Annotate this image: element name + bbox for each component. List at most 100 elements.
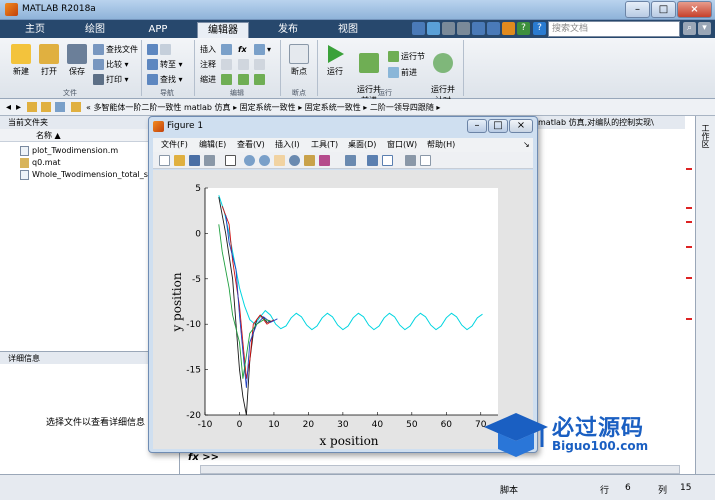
folder-browse-icon[interactable] <box>55 102 65 112</box>
percent-button[interactable] <box>238 58 251 71</box>
brush-icon[interactable] <box>319 155 330 166</box>
menu-edit[interactable]: 编辑(E) <box>199 138 226 152</box>
switch-windows-icon[interactable] <box>502 22 515 35</box>
menu-tools[interactable]: 工具(T) <box>311 138 338 152</box>
code-analyzer-mark[interactable] <box>686 168 692 170</box>
figure-maximize-button[interactable]: □ <box>488 119 508 133</box>
copy-quick-icon[interactable] <box>442 22 455 35</box>
menu-help[interactable]: 帮助(H) <box>427 138 455 152</box>
zoom-in-icon[interactable] <box>244 155 255 166</box>
find-files-button[interactable]: 查找文件 <box>93 43 138 56</box>
new-figure-icon[interactable] <box>159 155 170 166</box>
code-analyzer-mark[interactable] <box>686 221 692 223</box>
tab-home[interactable]: 主页 <box>15 22 55 38</box>
menu-view[interactable]: 查看(V) <box>237 138 265 152</box>
link-plot-icon[interactable] <box>345 155 356 166</box>
save-quick-icon[interactable] <box>412 22 425 35</box>
breadcrumb[interactable]: « 多智能体一阶二阶一致性 matlab 仿真 ▸ 固定系统一致性 ▸ 固定系统… <box>86 102 440 113</box>
figure-window[interactable]: Figure 1 – □ × 文件(F) 编辑(E) 查看(V) 插入(I) 工… <box>148 116 538 453</box>
help-quick-icon-2[interactable]: ? <box>533 22 546 35</box>
colorbar-icon[interactable] <box>367 155 378 166</box>
tab-plots[interactable]: 绘图 <box>75 22 115 38</box>
wrap-button[interactable] <box>254 58 267 71</box>
group-divider <box>463 40 464 96</box>
indent-smart-button[interactable] <box>221 73 234 86</box>
folder-up-icon[interactable] <box>27 102 37 112</box>
insert-section-button[interactable] <box>221 43 234 56</box>
pan-hand-icon[interactable] <box>274 155 285 166</box>
code-analyzer-mark[interactable] <box>686 246 692 248</box>
list-item[interactable]: plot_Twodimension.m <box>20 145 118 157</box>
breakpoints-button[interactable]: 断点 <box>285 44 313 77</box>
advance-button[interactable]: 前进 <box>388 66 417 79</box>
list-item[interactable]: q0.mat <box>20 157 61 169</box>
legend-icon[interactable] <box>382 155 393 166</box>
figure-minimize-button[interactable]: – <box>467 119 487 133</box>
insert-function-button[interactable]: ▾ <box>254 43 271 56</box>
menu-file[interactable]: 文件(F) <box>161 138 188 152</box>
open-button[interactable]: 打开 <box>36 44 62 77</box>
list-item[interactable]: Whole_Twodimension_total_s <box>20 169 148 181</box>
insert-button[interactable]: 插入 <box>200 43 216 56</box>
back-icon[interactable]: ◂ <box>6 102 11 113</box>
comment-toggle-button[interactable] <box>221 58 234 71</box>
horizontal-scrollbar[interactable] <box>200 465 680 474</box>
search-input[interactable]: 搜索文档 <box>548 21 680 37</box>
browse-folder-icon[interactable] <box>41 102 51 112</box>
search-icon[interactable]: ⌕ <box>683 22 696 35</box>
maximize-button[interactable]: □ <box>651 1 676 18</box>
hide-plot-tools-icon[interactable] <box>405 155 416 166</box>
open-file-icon[interactable] <box>174 155 185 166</box>
comment-button[interactable]: 注释 <box>200 58 216 71</box>
back-icon <box>147 44 158 55</box>
minimize-button[interactable]: – <box>625 1 650 18</box>
x-tick-label: 10 <box>268 420 280 430</box>
advance-label: 前进 <box>401 68 417 77</box>
forward-icon[interactable]: ▸ <box>16 102 21 113</box>
run-button[interactable]: 运行 <box>322 44 348 77</box>
dock-arrow-icon[interactable]: ↘ <box>523 138 530 152</box>
close-button[interactable]: × <box>677 1 712 18</box>
goto-button[interactable]: 转至 ▾ <box>147 58 183 71</box>
cut-quick-icon[interactable] <box>427 22 440 35</box>
undo-quick-icon[interactable] <box>472 22 485 35</box>
tab-view[interactable]: 视图 <box>328 22 368 38</box>
cursor-icon[interactable] <box>225 155 236 166</box>
menu-desktop[interactable]: 桌面(D) <box>348 138 376 152</box>
tab-publish[interactable]: 发布 <box>268 22 308 38</box>
run-time-button[interactable]: 运行并 计时 <box>428 44 458 106</box>
code-analyzer-mark[interactable] <box>686 277 692 279</box>
compare-button[interactable]: 比较 ▾ <box>93 58 129 71</box>
new-button[interactable]: 新建 <box>8 44 34 77</box>
save-figure-icon[interactable] <box>189 155 200 166</box>
print-button[interactable]: 打印 ▾ <box>93 73 129 86</box>
paste-quick-icon[interactable] <box>457 22 470 35</box>
tab-apps[interactable]: APP <box>138 22 178 38</box>
menu-window[interactable]: 窗口(W) <box>387 138 417 152</box>
indent-increase-button[interactable] <box>238 73 251 86</box>
print-figure-icon[interactable] <box>204 155 215 166</box>
find-button[interactable]: 查找 ▾ <box>147 73 183 86</box>
help-quick-icon[interactable]: ? <box>517 22 530 35</box>
menu-insert[interactable]: 插入(I) <box>275 138 300 152</box>
rotate-icon[interactable] <box>289 155 300 166</box>
title-bar: MATLAB R2018a – □ × <box>0 0 715 20</box>
show-plot-tools-icon[interactable] <box>420 155 431 166</box>
code-analyzer-mark[interactable] <box>686 207 692 209</box>
zoom-out-icon[interactable] <box>259 155 270 166</box>
data-cursor-icon[interactable] <box>304 155 315 166</box>
run-section-button[interactable]: 运行节 <box>388 50 425 63</box>
save-button[interactable]: 保存 <box>64 44 90 77</box>
editor-tab-path[interactable]: matlab 仿真,对编队的控制实现\ <box>535 116 685 129</box>
back-forward-button[interactable] <box>147 43 173 56</box>
indent-decrease-button[interactable] <box>254 73 267 86</box>
figure-close-button[interactable]: × <box>509 119 533 133</box>
figure-title-bar[interactable]: Figure 1 – □ × <box>149 117 537 137</box>
indent-button[interactable]: 缩进 <box>200 73 216 86</box>
fx-button[interactable]: fx <box>238 43 247 56</box>
redo-quick-icon[interactable] <box>487 22 500 35</box>
code-analyzer-mark[interactable] <box>686 318 692 320</box>
workspace-label[interactable]: 工作区 <box>700 124 711 148</box>
tab-editor[interactable]: 编辑器 <box>197 22 249 38</box>
ribbon-collapse-icon[interactable]: ▾ <box>698 22 711 35</box>
